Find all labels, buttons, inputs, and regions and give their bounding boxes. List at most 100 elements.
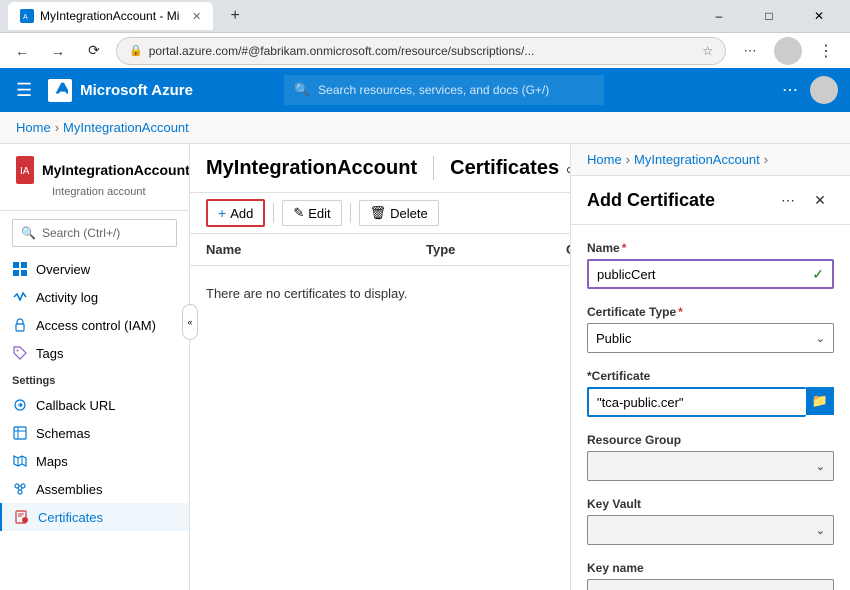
field-resource-group: Resource Group ⌄ [587, 433, 834, 481]
panel-title: Add Certificate [587, 190, 715, 211]
bookmark-icon[interactable]: ☆ [702, 44, 713, 58]
empty-message: There are no certificates to display. [190, 266, 570, 321]
toolbar-separator [273, 203, 274, 223]
page-title: MyIntegrationAccount Certificates [206, 156, 559, 180]
menu-icon[interactable]: ⋮ [810, 35, 842, 67]
grid-icon [12, 261, 28, 277]
panel-more-icon[interactable]: ⋯ [774, 186, 802, 214]
add-certificate-form: Name* publicCert ✓ Certificate Type* Pub… [571, 225, 850, 590]
name-input[interactable]: publicCert ✓ [587, 259, 834, 289]
panel-header: Add Certificate ⋯ ✕ [571, 176, 850, 225]
resource-group-select[interactable]: ⌄ [587, 451, 834, 481]
back-button[interactable]: ← [8, 37, 36, 65]
cert-type-value: Public [596, 331, 631, 346]
extensions-icon[interactable]: ⋯ [734, 35, 766, 67]
address-bar: ← → ⟳ 🔒 portal.azure.com/#@fabrikam.onmi… [0, 32, 850, 68]
sidebar-item-tags[interactable]: Tags [0, 339, 189, 367]
delete-button[interactable]: 🗑 Delete [359, 200, 439, 226]
key-vault-label: Key Vault [587, 497, 834, 511]
user-avatar[interactable] [810, 76, 838, 104]
plus-icon: + [218, 205, 226, 221]
active-tab[interactable]: A MyIntegrationAccount - Microso... ✕ [8, 2, 213, 30]
folder-icon: 📁 [812, 393, 828, 409]
chevron-down-icon: ⌄ [816, 332, 825, 345]
forward-button[interactable]: → [44, 37, 72, 65]
panel-breadcrumb: Home › MyIntegrationAccount › [571, 144, 850, 176]
azure-nav: ☰ Microsoft Azure 🔍 ⋯ [0, 68, 850, 112]
sidebar-collapse-button[interactable]: « [182, 304, 198, 340]
table-area: Name Type Created Time There are no cert… [190, 234, 570, 590]
panel-header-actions: ⋯ ✕ [774, 186, 834, 214]
edit-icon: ✎ [293, 205, 304, 221]
sidebar-item-callback[interactable]: Callback URL [0, 391, 189, 419]
name-field-label: Name* [587, 241, 834, 255]
pin-icon[interactable]: ☍ [559, 154, 570, 182]
global-search-input[interactable] [318, 83, 594, 97]
sidebar-item-iam[interactable]: Access control (IAM) [0, 311, 189, 339]
panel-breadcrumb-home[interactable]: Home [587, 152, 622, 167]
settings-section-label: Settings [0, 367, 189, 391]
sidebar-item-maps[interactable]: Maps [0, 447, 189, 475]
key-name-select[interactable]: ⌄ [587, 579, 834, 590]
ellipsis-nav-icon[interactable]: ⋯ [774, 74, 806, 106]
field-key-name: Key name ⌄ [587, 561, 834, 590]
cert-icon [14, 509, 30, 525]
nav-icons: ⋯ [774, 74, 838, 106]
azure-logo [48, 79, 72, 102]
url-bar[interactable]: 🔒 portal.azure.com/#@fabrikam.onmicrosof… [116, 37, 726, 65]
refresh-button[interactable]: ⟳ [80, 37, 108, 65]
breadcrumb-home[interactable]: Home [16, 120, 51, 135]
azure-logo-area: Microsoft Azure [48, 79, 193, 102]
tab-title: MyIntegrationAccount - Microso... [40, 9, 180, 23]
delete-label: Delete [390, 206, 428, 221]
resource-group-chevron: ⌄ [816, 460, 825, 473]
add-button[interactable]: + Add [206, 199, 265, 227]
col-name[interactable]: Name [206, 242, 426, 257]
sidebar: IA MyIntegrationAccount Integration acco… [0, 144, 190, 590]
sidebar-item-assemblies[interactable]: Assemblies [0, 475, 189, 503]
new-tab-button[interactable]: + [221, 2, 249, 30]
field-cert-type: Certificate Type* Public ⌄ [587, 305, 834, 353]
callback-icon [12, 397, 28, 413]
sidebar-label-activity: Activity log [36, 290, 98, 305]
browse-file-button[interactable]: 📁 [806, 387, 834, 415]
hamburger-menu[interactable]: ☰ [12, 76, 36, 105]
sidebar-item-schemas[interactable]: Schemas [0, 419, 189, 447]
panel-breadcrumb-resource[interactable]: MyIntegrationAccount [634, 152, 760, 167]
collapse-chevron-icon: « [187, 317, 192, 327]
tab-close-icon[interactable]: ✕ [192, 10, 201, 23]
page-header: MyIntegrationAccount Certificates ☍ ⋯ [190, 144, 570, 193]
main-content: MyIntegrationAccount Certificates ☍ ⋯ + … [190, 144, 570, 590]
sidebar-search-icon: 🔍 [21, 226, 36, 240]
sidebar-label-overview: Overview [36, 262, 90, 277]
sidebar-item-certificates[interactable]: Certificates [0, 503, 189, 531]
profile-avatar[interactable] [774, 37, 802, 65]
main-breadcrumb: Home › MyIntegrationAccount [0, 112, 850, 144]
maximize-button[interactable]: □ [746, 2, 792, 30]
resource-icon: IA [16, 156, 34, 184]
add-certificate-panel: Home › MyIntegrationAccount › Add Certif… [570, 144, 850, 590]
panel-close-icon[interactable]: ✕ [806, 186, 834, 214]
breadcrumb-sep-1: › [55, 120, 59, 135]
key-vault-select[interactable]: ⌄ [587, 515, 834, 545]
lock-icon [12, 317, 28, 333]
close-button[interactable]: ✕ [796, 2, 842, 30]
sidebar-search-box[interactable]: 🔍 Search (Ctrl+/) [12, 219, 177, 247]
valid-check-icon: ✓ [812, 266, 824, 283]
cert-type-select[interactable]: Public ⌄ [587, 323, 834, 353]
field-name: Name* publicCert ✓ [587, 241, 834, 289]
sidebar-item-overview[interactable]: Overview [0, 255, 189, 283]
page-section-name: Certificates [450, 157, 559, 180]
sidebar-resource-header: IA MyIntegrationAccount Integration acco… [0, 144, 189, 211]
cert-file-input[interactable]: "tca-public.cer" [587, 387, 806, 417]
sidebar-item-activity-log[interactable]: Activity log [0, 283, 189, 311]
col-type[interactable]: Type [426, 242, 566, 257]
minimize-button[interactable]: – [696, 2, 742, 30]
page-resource-name: MyIntegrationAccount [206, 157, 417, 180]
sidebar-label-tags: Tags [36, 346, 63, 361]
breadcrumb-resource[interactable]: MyIntegrationAccount [63, 120, 189, 135]
edit-button[interactable]: ✎ Edit [282, 200, 341, 226]
global-search-box[interactable]: 🔍 [284, 75, 604, 105]
lock-icon: 🔒 [129, 44, 143, 57]
url-text: portal.azure.com/#@fabrikam.onmicrosoft.… [149, 44, 535, 58]
